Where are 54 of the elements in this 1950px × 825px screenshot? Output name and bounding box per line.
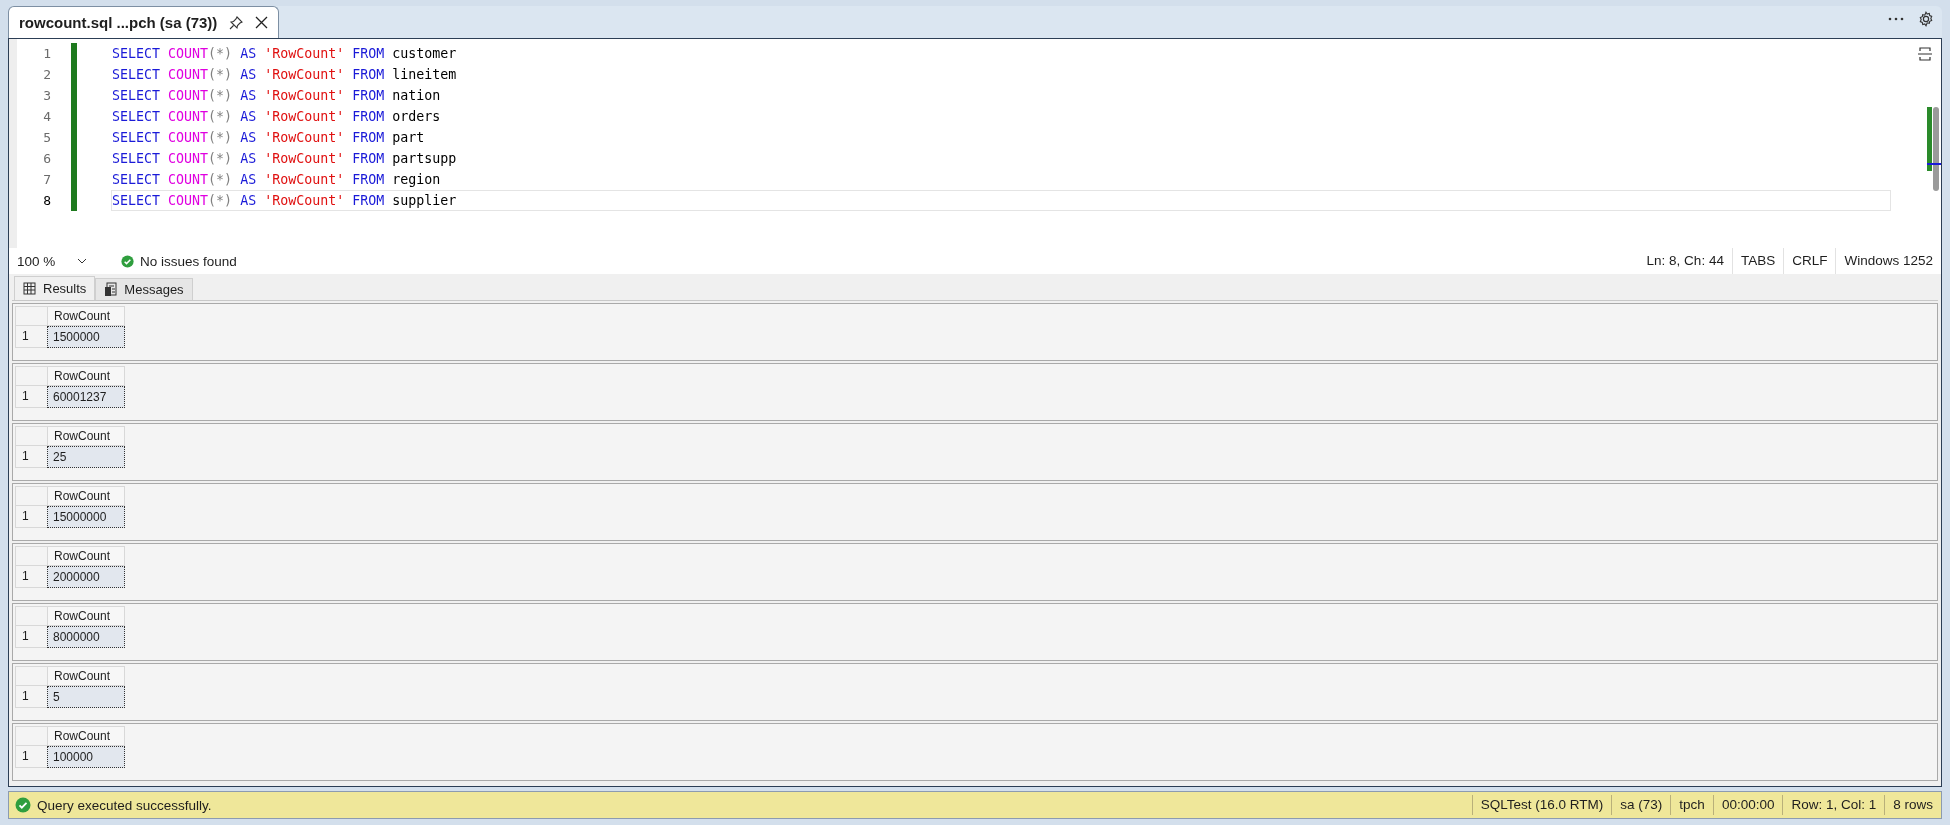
line-number: 4 xyxy=(42,108,52,126)
cursor-position: Ln: 8, Ch: 44 xyxy=(1645,252,1725,270)
status-item: 8 rows xyxy=(1884,795,1941,815)
code-line: SELECT COUNT(*) AS 'RowCount' FROM customer xyxy=(111,45,458,63)
code-line: SELECT COUNT(*) AS 'RowCount' FROM orders xyxy=(111,108,442,126)
line-number: 2 xyxy=(42,66,52,84)
code-line: SELECT COUNT(*) AS 'RowCount' FROM part xyxy=(111,129,426,147)
pin-icon[interactable] xyxy=(229,15,244,30)
table-cell[interactable]: 60001237 xyxy=(47,386,125,408)
code-line: SELECT COUNT(*) AS 'RowCount' FROM lineitem xyxy=(111,66,458,84)
success-icon xyxy=(121,254,134,268)
line-number: 6 xyxy=(42,150,52,168)
table-cell[interactable]: 1500000 xyxy=(47,326,125,348)
status-message: Query executed successfully. xyxy=(37,797,212,813)
line-number: 8 xyxy=(42,192,52,210)
column-header[interactable]: RowCount xyxy=(47,366,125,386)
table-cell[interactable]: 2000000 xyxy=(47,566,125,588)
status-item: SQLTest (16.0 RTM) xyxy=(1471,795,1612,815)
status-item: tpch xyxy=(1670,795,1713,815)
column-header[interactable]: RowCount xyxy=(47,726,125,746)
grid-icon xyxy=(23,282,36,295)
column-header[interactable]: RowCount xyxy=(47,606,125,626)
line-number: 5 xyxy=(42,129,52,147)
code-line: SELECT COUNT(*) AS 'RowCount' FROM nation xyxy=(111,87,442,105)
table-cell[interactable]: 8000000 xyxy=(47,626,125,648)
line-number: 7 xyxy=(42,171,52,189)
settings-icon[interactable] xyxy=(1918,11,1934,27)
document-tab[interactable]: rowcount.sql ...pch (sa (73)) xyxy=(8,6,280,38)
status-item: Row: 1, Col: 1 xyxy=(1782,795,1885,815)
close-icon[interactable] xyxy=(255,16,269,29)
table-cell[interactable]: 15000000 xyxy=(47,506,125,528)
code-line: SELECT COUNT(*) AS 'RowCount' FROM partsupp xyxy=(111,150,458,168)
split-icon[interactable] xyxy=(1917,45,1933,63)
table-cell[interactable]: 100000 xyxy=(47,746,125,768)
issues-status: No issues found xyxy=(140,253,237,269)
code-line: SELECT COUNT(*) AS 'RowCount' FROM region xyxy=(111,171,442,189)
status-item: 00:00:00 xyxy=(1712,795,1783,815)
document-icon xyxy=(104,282,118,297)
more-icon[interactable] xyxy=(1888,17,1904,21)
zoom-dropdown[interactable]: 100 % xyxy=(9,250,95,272)
status-item: sa (73) xyxy=(1611,795,1671,815)
results-tab[interactable]: Results xyxy=(14,276,96,300)
table-cell[interactable]: 5 xyxy=(47,686,125,708)
caret-icon xyxy=(77,258,87,264)
success-icon xyxy=(15,797,31,813)
column-header[interactable]: RowCount xyxy=(47,666,125,686)
line-number: 3 xyxy=(42,87,52,105)
column-header[interactable]: RowCount xyxy=(47,306,125,326)
column-header[interactable]: RowCount xyxy=(47,426,125,446)
table-cell[interactable]: 25 xyxy=(47,446,125,468)
column-header[interactable]: RowCount xyxy=(47,546,125,566)
results-tab[interactable]: Messages xyxy=(95,278,193,300)
line-number: 1 xyxy=(42,45,52,63)
column-header[interactable]: RowCount xyxy=(47,486,125,506)
